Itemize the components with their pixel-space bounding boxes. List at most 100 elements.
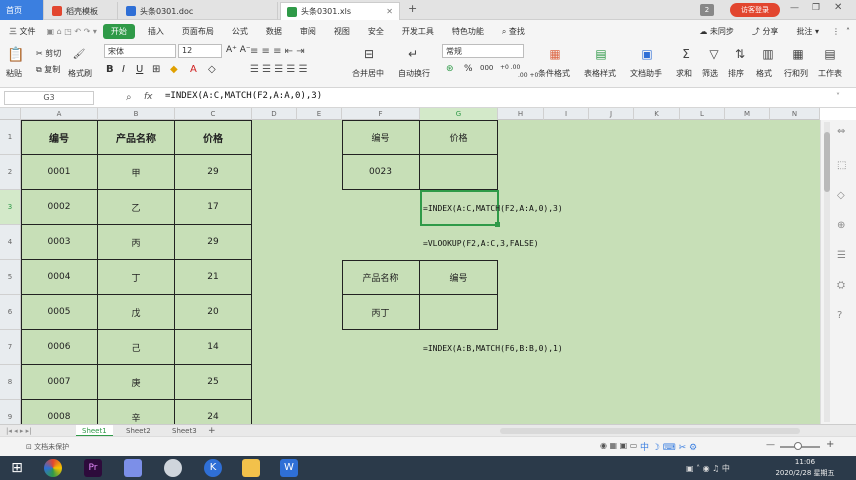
wrap-text-icon[interactable]: ↵ xyxy=(404,46,422,62)
windows-start-icon[interactable]: ⊞ xyxy=(8,459,26,477)
paste-icon[interactable]: 📋 xyxy=(7,46,24,64)
fill-color-icon[interactable]: ◆ xyxy=(170,64,178,75)
align-top-icons[interactable]: ≡ ≡ ≡ ⇤ ⇥ xyxy=(250,46,305,57)
lookup1-id-input[interactable]: 0023 xyxy=(342,155,420,190)
clear-format-icon[interactable]: ◇ xyxy=(208,64,216,75)
lookup2-header-name[interactable]: 产品名称 xyxy=(342,260,420,295)
app-icon[interactable] xyxy=(124,459,142,477)
k-app-icon[interactable]: K xyxy=(204,459,222,477)
table-cell[interactable]: 14 xyxy=(175,330,252,365)
align-left-icons[interactable]: ☰ ☰ ☰ ☰ ☰ xyxy=(250,64,308,75)
tab-doc[interactable]: 头条0301.doc xyxy=(120,2,278,20)
format-button[interactable]: 格式 xyxy=(756,68,772,79)
row-header-9[interactable]: 9 xyxy=(0,400,21,424)
table-cell[interactable]: 0003 xyxy=(21,225,98,260)
worksheet-button[interactable]: 工作表 xyxy=(818,68,842,79)
new-tab-button[interactable]: + xyxy=(408,2,417,15)
side-shape-icon[interactable]: ◇ xyxy=(837,190,845,201)
merge-center-button[interactable]: 合并居中 xyxy=(352,68,384,79)
lookup2-header-id[interactable]: 编号 xyxy=(420,260,498,295)
notification-badge[interactable]: 2 xyxy=(700,4,714,16)
border-icon[interactable]: ⊞ xyxy=(152,64,160,75)
close-window-icon[interactable]: ✕ xyxy=(834,2,842,13)
quick-access-icons[interactable]: ▣ ⌂ ◳ ↶ ↷ ▾ xyxy=(45,27,99,36)
paste-button[interactable]: 粘贴 xyxy=(6,68,22,79)
lookup1-header-id[interactable]: 编号 xyxy=(342,120,420,155)
table-cell[interactable]: 0001 xyxy=(21,155,98,190)
menu-start[interactable]: 开始 xyxy=(102,23,135,39)
maximize-icon[interactable]: ❐ xyxy=(812,3,820,13)
horizontal-scrollbar[interactable] xyxy=(500,428,800,434)
conditional-format-icon[interactable]: ▦ xyxy=(546,46,564,62)
formula-input[interactable]: =INDEX(A:C,MATCH(F2,A:A,0),3) xyxy=(165,91,322,101)
col-header-d[interactable]: D xyxy=(252,108,297,120)
fx-icon[interactable]: fx xyxy=(144,92,153,102)
wps-icon[interactable]: W xyxy=(280,459,298,477)
menu-formula[interactable]: 公式 xyxy=(223,26,257,37)
lookup1-header-price[interactable]: 价格 xyxy=(420,120,498,155)
lookup2-name-input[interactable]: 丙丁 xyxy=(342,295,420,330)
zoom-slider-handle[interactable] xyxy=(794,442,802,450)
bold-icon[interactable]: B xyxy=(106,64,114,75)
currency-icon[interactable]: ⊛ xyxy=(446,64,454,74)
row-header-2[interactable]: 2 xyxy=(0,155,21,190)
filter-icon[interactable]: ▽ xyxy=(706,46,722,62)
col-header-n[interactable]: N xyxy=(770,108,820,120)
table-cell[interactable]: 甲 xyxy=(98,155,175,190)
col-header-k[interactable]: K xyxy=(634,108,680,120)
comment-button[interactable]: 批注 ▾ xyxy=(787,26,828,37)
tab-xls[interactable]: 头条0301.xls ✕ xyxy=(280,2,400,20)
menu-features[interactable]: 特色功能 xyxy=(443,26,493,37)
menu-data[interactable]: 数据 xyxy=(257,26,291,37)
table-cell[interactable]: 辛 xyxy=(98,400,175,424)
row-header-4[interactable]: 4 xyxy=(0,225,21,260)
side-style-icon[interactable]: ⊕ xyxy=(837,220,845,231)
tab-home[interactable]: 首页 xyxy=(0,0,44,20)
view-mode-icons[interactable]: ◉ ▦ ▣ ▭ xyxy=(600,441,637,450)
table-cell[interactable]: 24 xyxy=(175,400,252,424)
tray-icons[interactable]: ▣ ˄ ◉ ♫ 中 xyxy=(686,463,730,474)
more-icon[interactable]: ⋮ xyxy=(828,27,844,36)
sum-icon[interactable]: Σ xyxy=(678,46,694,62)
decrease-decimal-button[interactable]: .00 +0 xyxy=(518,72,538,79)
worksheet-icon[interactable]: ▤ xyxy=(822,46,838,62)
spreadsheet-grid[interactable]: A B C D E F G H I J K L M N 1 2 3 4 5 6 … xyxy=(0,108,820,424)
side-select-icon[interactable]: ⬚ xyxy=(837,160,846,171)
format-icon[interactable]: ▥ xyxy=(760,46,776,62)
number-format-select[interactable]: 常规 xyxy=(442,44,524,58)
menu-page-layout[interactable]: 页面布局 xyxy=(173,26,223,37)
col-header-c[interactable]: C xyxy=(175,108,252,120)
menu-file[interactable]: 三 文件 xyxy=(0,26,45,37)
expand-formula-icon[interactable]: ˅ xyxy=(836,92,840,101)
row-header-5[interactable]: 5 xyxy=(0,260,21,295)
name-box[interactable]: G3 xyxy=(4,91,94,105)
col-header-f[interactable]: F xyxy=(342,108,420,120)
cut-button[interactable]: ✂ 剪切 xyxy=(36,48,61,59)
side-tool-icon[interactable]: ⇔ xyxy=(837,126,845,137)
format-painter-icon[interactable]: 🖌 xyxy=(72,46,86,62)
row-header-3[interactable]: 3 xyxy=(0,190,21,225)
font-grow-shrink[interactable]: A⁺ A⁻ xyxy=(226,45,251,55)
formula-text-index[interactable]: =INDEX(A:C,MATCH(F2,A:A,0),3) xyxy=(423,204,563,213)
col-header-h[interactable]: H xyxy=(498,108,544,120)
row-header-8[interactable]: 8 xyxy=(0,365,21,400)
guest-login-button[interactable]: 访客登录 xyxy=(730,3,780,17)
ime-toolbar[interactable]: 中 ☽ ⌨ ✂ ⚙ xyxy=(640,440,697,453)
chrome-icon[interactable] xyxy=(44,459,62,477)
table-cell[interactable]: 0004 xyxy=(21,260,98,295)
formula-text-index-match[interactable]: =INDEX(A:B,MATCH(F6,B:B,0),1) xyxy=(423,344,563,353)
col-header-m[interactable]: M xyxy=(725,108,770,120)
side-property-icon[interactable]: ☰ xyxy=(837,250,846,261)
table-cell[interactable]: 0006 xyxy=(21,330,98,365)
table-cell[interactable]: 己 xyxy=(98,330,175,365)
table-cell[interactable]: 21 xyxy=(175,260,252,295)
italic-icon[interactable]: I xyxy=(122,64,125,75)
doc-helper-icon[interactable]: ▣ xyxy=(638,46,656,62)
font-color-icon[interactable]: A xyxy=(190,64,197,75)
col-header-b[interactable]: B xyxy=(98,108,175,120)
col-header-j[interactable]: J xyxy=(589,108,634,120)
table-style-icon[interactable]: ▤ xyxy=(592,46,610,62)
wrap-text-button[interactable]: 自动换行 xyxy=(398,68,430,79)
file-explorer-icon[interactable] xyxy=(242,459,260,477)
thousands-button[interactable]: 000 xyxy=(480,64,493,72)
